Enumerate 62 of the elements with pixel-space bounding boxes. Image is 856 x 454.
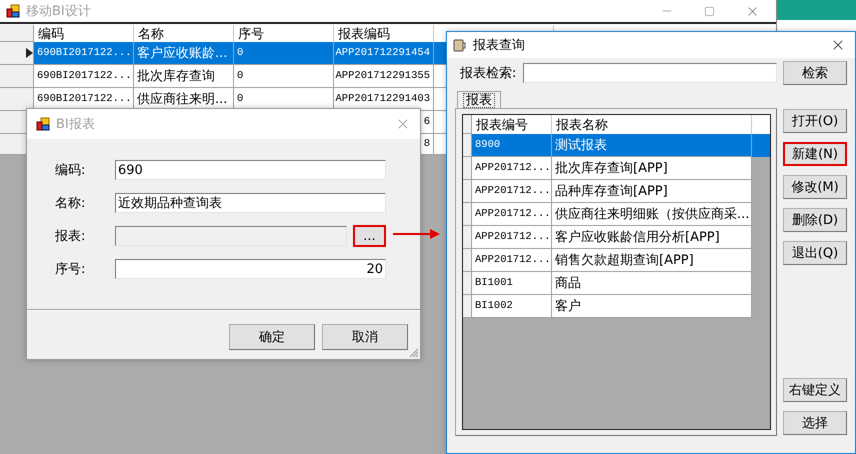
- table-cell: 0: [234, 65, 334, 88]
- field-label: 编码:: [55, 162, 86, 179]
- table-cell: 690BI2017122...: [34, 42, 134, 65]
- search-label: 报表检索:: [460, 65, 516, 82]
- table-row[interactable]: APP201712... 供应商往来明细账（按供应商采...: [463, 203, 770, 226]
- resize-grip[interactable]: [409, 348, 419, 358]
- input-field[interactable]: 20: [115, 259, 386, 279]
- table-cell: 8900: [472, 134, 552, 157]
- app-icon: [6, 4, 20, 18]
- row-header[interactable]: [0, 42, 34, 65]
- dialog-button[interactable]: 确定: [229, 324, 315, 350]
- input-field[interactable]: 690: [115, 160, 386, 180]
- maximize-icon[interactable]: [704, 6, 715, 16]
- dialog-title: BI报表: [56, 116, 95, 133]
- action-button[interactable]: 修改(M): [783, 175, 847, 199]
- table-cell: APP201712...: [472, 157, 552, 180]
- action-button[interactable]: 退出(Q): [783, 241, 847, 265]
- action-button[interactable]: 新建(N): [783, 142, 847, 166]
- table-row[interactable]: APP201712... 客户应收账龄信用分析[APP]: [463, 226, 770, 249]
- table-cell: APP201712291454: [334, 42, 434, 65]
- table-row[interactable]: APP201712... 批次库存查询[APP]: [463, 157, 770, 180]
- table-cell: 客户: [552, 295, 752, 318]
- grid-corner: [0, 25, 34, 42]
- action-button[interactable]: 删除(D): [783, 208, 847, 232]
- table-cell: 客户应收账龄信用分析[APP]: [552, 226, 752, 249]
- table-cell: 商品: [552, 272, 752, 295]
- app-icon: [36, 117, 50, 131]
- table-row[interactable]: 8900 测试报表: [463, 134, 770, 157]
- table-cell: 客户应收账龄...: [134, 42, 234, 65]
- field-label: 报表:: [55, 228, 86, 245]
- input-field[interactable]: 近效期品种查询表: [115, 193, 386, 213]
- search-button[interactable]: 检索: [783, 61, 847, 85]
- table-row[interactable]: APP201712... 品种库存查询[APP]: [463, 180, 770, 203]
- table-row[interactable]: BI1001 商品: [463, 272, 770, 295]
- table-cell: 销售欠款超期查询[APP]: [552, 249, 752, 272]
- tab[interactable]: 报表: [457, 91, 501, 108]
- table-cell: 供应商往来明细账（按供应商采...: [552, 203, 752, 226]
- table-cell: 批次库存查询: [134, 65, 234, 88]
- field-label: 序号:: [55, 261, 86, 278]
- table-cell: 批次库存查询[APP]: [552, 157, 752, 180]
- dialog-button[interactable]: 取消: [322, 324, 408, 350]
- action-button[interactable]: 选择: [783, 411, 847, 435]
- window-title: 移动BI设计: [26, 3, 91, 20]
- table-row[interactable]: APP201712... 销售欠款超期查询[APP]: [463, 249, 770, 272]
- table-cell: APP201712...: [472, 226, 552, 249]
- action-button[interactable]: 打开(O): [783, 109, 847, 133]
- table-cell: BI1002: [472, 295, 552, 318]
- table-cell: 测试报表: [552, 134, 752, 157]
- table-cell: BI1001: [472, 272, 552, 295]
- table-cell: APP201712...: [472, 180, 552, 203]
- table-cell: APP201712...: [472, 249, 552, 272]
- table-cell: APP201712291355: [334, 65, 434, 88]
- field-label: 名称:: [55, 195, 86, 212]
- annotation-arrow: [392, 227, 442, 241]
- table-cell: 690BI2017122...: [34, 65, 134, 88]
- table-cell: APP201712...: [472, 203, 552, 226]
- table-cell: 0: [234, 42, 334, 65]
- cup-icon: [453, 38, 467, 52]
- table-cell: 品种库存查询[APP]: [552, 180, 752, 203]
- table-row[interactable]: BI1002 客户: [463, 295, 770, 318]
- search-field[interactable]: [523, 63, 777, 83]
- action-button[interactable]: 右键定义: [783, 378, 847, 402]
